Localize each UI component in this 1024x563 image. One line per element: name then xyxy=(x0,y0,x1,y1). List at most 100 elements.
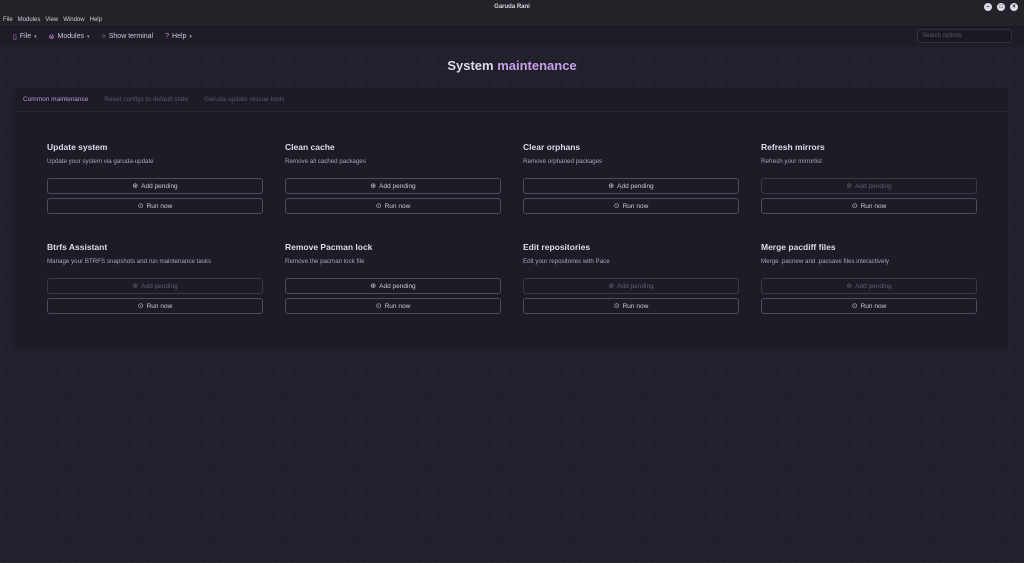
maintenance-card: Edit repositories Edit your repositories … xyxy=(523,242,739,318)
window-controls: – □ × xyxy=(984,3,1018,11)
toolbar: ▯ File ▾ ⊗ Modules ▾ ○ Show terminal ? H… xyxy=(0,27,1024,46)
play-circle-icon: ⊙ xyxy=(375,303,382,310)
page-title: System maintenance xyxy=(0,58,1024,73)
menu-window[interactable]: Window xyxy=(63,17,84,23)
menu-view[interactable]: View xyxy=(45,17,58,23)
help-icon: ? xyxy=(165,33,170,40)
card-description: Remove all cached packages xyxy=(285,158,366,165)
menu-help[interactable]: Help xyxy=(90,17,102,23)
add-pending-label: Add pending xyxy=(855,282,892,290)
card-title: Merge pacdiff files xyxy=(761,242,836,252)
toolbar-modules-button[interactable]: ⊗ Modules ▾ xyxy=(49,33,90,41)
card-description: Merge .pacnew and .pacsave files interac… xyxy=(761,258,889,265)
card-title: Edit repositories xyxy=(523,242,591,252)
add-pending-label: Add pending xyxy=(379,282,416,290)
terminal-icon: ○ xyxy=(101,33,106,40)
toolbar-terminal-button[interactable]: ○ Show terminal xyxy=(102,33,154,40)
add-pending-button[interactable]: ⊕ Add pending xyxy=(47,278,263,294)
run-now-label: Run now xyxy=(860,202,887,210)
card-title: Remove Pacman lock xyxy=(285,242,373,252)
run-now-label: Run now xyxy=(146,302,173,310)
add-pending-button[interactable]: ⊕ Add pending xyxy=(523,178,739,194)
card-description: Refresh your mirrorlist xyxy=(761,158,822,165)
menu-modules[interactable]: Modules xyxy=(18,17,41,23)
minimize-button[interactable]: – xyxy=(984,3,992,11)
search-input[interactable]: Search options xyxy=(917,29,1012,43)
plus-circle-icon: ⊕ xyxy=(608,283,615,290)
card-title: Clean cache xyxy=(285,142,335,152)
run-now-button[interactable]: ⊙ Run now xyxy=(285,298,501,314)
play-circle-icon: ⊙ xyxy=(375,203,382,210)
toolbar-terminal-label: Show terminal xyxy=(108,33,154,40)
add-pending-button[interactable]: ⊕ Add pending xyxy=(285,178,501,194)
play-circle-icon: ⊙ xyxy=(613,303,620,310)
add-pending-button[interactable]: ⊕ Add pending xyxy=(761,278,977,294)
run-now-button[interactable]: ⊙ Run now xyxy=(523,298,739,314)
page-title-accent: maintenance xyxy=(497,58,577,73)
run-now-button[interactable]: ⊙ Run now xyxy=(761,298,977,314)
run-now-button[interactable]: ⊙ Run now xyxy=(523,198,739,214)
run-now-button[interactable]: ⊙ Run now xyxy=(47,198,263,214)
toolbar-modules-label: Modules xyxy=(57,33,84,40)
play-circle-icon: ⊙ xyxy=(137,303,144,310)
add-pending-label: Add pending xyxy=(855,182,892,190)
toolbar-help-button[interactable]: ? Help ▾ xyxy=(165,33,192,40)
add-pending-button[interactable]: ⊕ Add pending xyxy=(523,278,739,294)
toolbar-help-label: Help xyxy=(172,33,187,40)
run-now-label: Run now xyxy=(384,302,411,310)
add-pending-label: Add pending xyxy=(141,282,178,290)
card-description: Edit your repositories with Pace xyxy=(523,258,610,265)
page-title-main: System xyxy=(447,58,498,73)
run-now-label: Run now xyxy=(622,202,649,210)
tab-divider xyxy=(15,111,1008,112)
window-titlebar: Garuda Rani – □ × xyxy=(0,0,1024,14)
card-description: Remove the pacman lock file xyxy=(285,258,365,265)
menubar: File Modules View Window Help xyxy=(0,14,1024,27)
add-pending-button[interactable]: ⊕ Add pending xyxy=(761,178,977,194)
chevron-down-icon: ▾ xyxy=(189,33,192,40)
card-title: Btrfs Assistant xyxy=(47,242,108,252)
file-icon: ▯ xyxy=(13,33,17,41)
tab-bar: Common maintenance Reset configs to defa… xyxy=(15,92,292,112)
card-title: Refresh mirrors xyxy=(761,142,825,152)
tab-rescue-tools[interactable]: Garuda update rescue tools xyxy=(196,92,292,112)
card-description: Update your system via garuda-update xyxy=(47,158,154,165)
maintenance-card: Merge pacdiff files Merge .pacnew and .pa… xyxy=(761,242,977,318)
play-circle-icon: ⊙ xyxy=(851,303,858,310)
card-description: Remove orphaned packages xyxy=(523,158,603,165)
plus-circle-icon: ⊕ xyxy=(132,283,139,290)
play-circle-icon: ⊙ xyxy=(613,203,620,210)
card-description: Manage your BTRFS snapshots and run main… xyxy=(47,258,212,265)
maintenance-card: Remove Pacman lock Remove the pacman lock… xyxy=(285,242,501,318)
maximize-button[interactable]: □ xyxy=(997,3,1005,11)
add-pending-label: Add pending xyxy=(141,182,178,190)
chevron-down-icon: ▾ xyxy=(34,33,37,40)
run-now-button[interactable]: ⊙ Run now xyxy=(47,298,263,314)
add-pending-label: Add pending xyxy=(379,182,416,190)
add-pending-button[interactable]: ⊕ Add pending xyxy=(285,278,501,294)
plus-circle-icon: ⊕ xyxy=(608,183,615,190)
maintenance-card: Update system Update your system via garu… xyxy=(47,142,263,218)
toolbar-file-label: File xyxy=(19,33,32,40)
toolbar-file-button[interactable]: ▯ File ▾ xyxy=(13,33,37,41)
plus-circle-icon: ⊕ xyxy=(370,283,377,290)
maintenance-card: Btrfs Assistant Manage your BTRFS snapsho… xyxy=(47,242,263,318)
tab-reset-configs[interactable]: Reset configs to default state xyxy=(96,92,196,112)
run-now-label: Run now xyxy=(384,202,411,210)
plus-circle-icon: ⊕ xyxy=(370,183,377,190)
close-button[interactable]: × xyxy=(1010,3,1018,11)
run-now-button[interactable]: ⊙ Run now xyxy=(285,198,501,214)
menu-file[interactable]: File xyxy=(3,17,13,23)
maintenance-card: Refresh mirrors Refresh your mirrorlist ⊕ A… xyxy=(761,142,977,218)
maintenance-card: Clean cache Remove all cached packages ⊕ Ad… xyxy=(285,142,501,218)
chevron-down-icon: ▾ xyxy=(87,33,90,40)
add-pending-label: Add pending xyxy=(617,182,654,190)
plus-circle-icon: ⊕ xyxy=(846,283,853,290)
tab-common-maintenance[interactable]: Common maintenance xyxy=(15,92,97,112)
run-now-label: Run now xyxy=(146,202,173,210)
play-circle-icon: ⊙ xyxy=(137,203,144,210)
modules-icon: ⊗ xyxy=(48,33,55,41)
add-pending-button[interactable]: ⊕ Add pending xyxy=(47,178,263,194)
run-now-label: Run now xyxy=(860,302,887,310)
run-now-button[interactable]: ⊙ Run now xyxy=(761,198,977,214)
